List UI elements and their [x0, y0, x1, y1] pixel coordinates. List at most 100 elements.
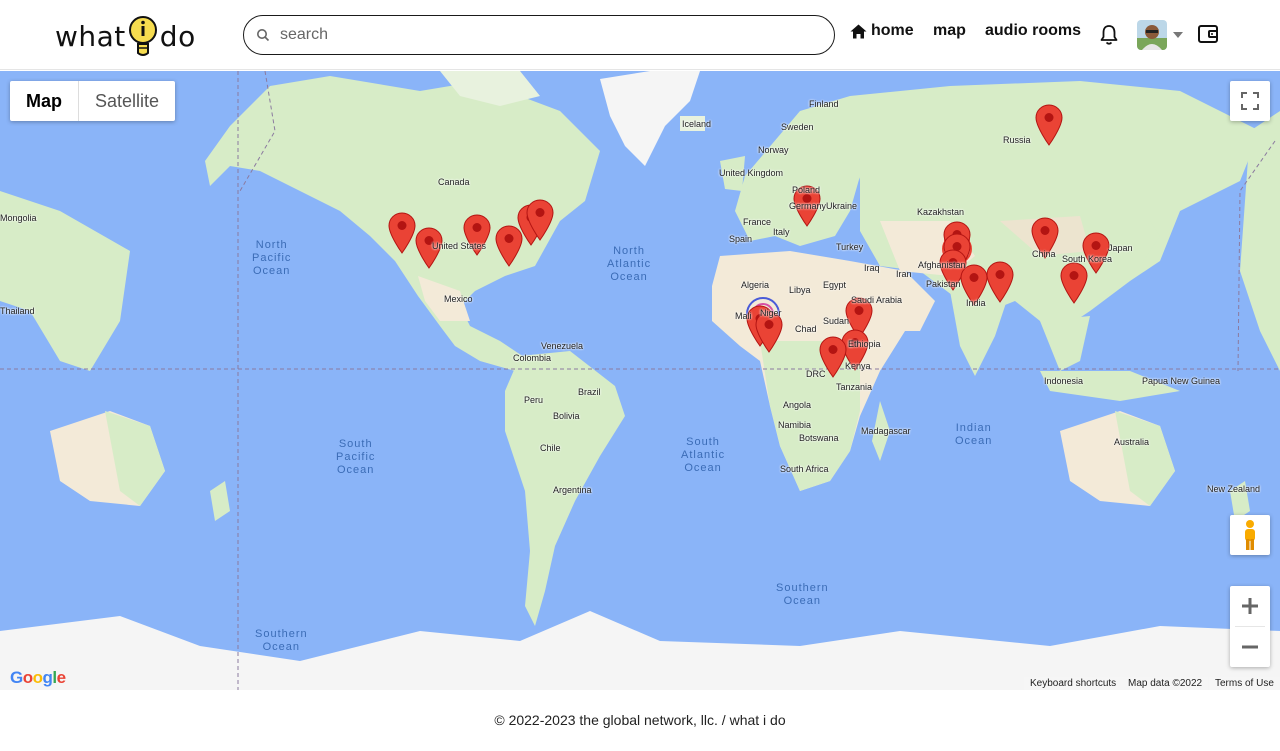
country-label: Ethiopia	[848, 339, 881, 349]
map-marker-pin[interactable]	[1035, 104, 1063, 146]
ocean-label-north-pacific: North Pacific Ocean	[252, 239, 291, 278]
country-label: New Zealand	[1207, 484, 1261, 494]
country-label: Japan	[1108, 243, 1133, 253]
country-label: India	[966, 298, 986, 308]
pegman-icon	[1245, 520, 1255, 550]
country-label: Libya	[789, 285, 811, 295]
lightbulb-icon	[128, 16, 157, 56]
map-marker-pin[interactable]	[986, 261, 1014, 303]
ocean-line: Ocean	[336, 464, 375, 476]
country-label: Mali	[735, 311, 752, 321]
world-map[interactable]: Canada United States Mexico Colombia Venezue…	[0, 71, 1280, 690]
google-logo-text: Google	[10, 668, 66, 687]
ocean-line: Atlantic	[607, 258, 652, 270]
zoom-in-button[interactable]	[1230, 586, 1270, 626]
bell-icon[interactable]	[1099, 24, 1119, 46]
map-type-map-button[interactable]: Map	[10, 81, 79, 121]
wallet-icon[interactable]	[1197, 23, 1219, 45]
map-marker-pin[interactable]	[1060, 262, 1088, 304]
ocean-line: Pacific	[336, 451, 376, 463]
country-label: Iran	[896, 269, 912, 279]
nav-map-link[interactable]: map	[933, 22, 966, 40]
ocean-line: Southern	[255, 628, 308, 640]
ocean-line: Southern	[776, 582, 829, 594]
country-label: Italy	[773, 227, 790, 237]
map-data-attribution: Map data ©2022	[1122, 677, 1209, 690]
country-label: South Africa	[780, 464, 829, 474]
house-icon	[850, 24, 867, 38]
search-bar[interactable]	[243, 15, 835, 55]
terms-of-use-link[interactable]: Terms of Use	[1209, 677, 1280, 690]
google-logo-letter: g	[42, 668, 53, 687]
page-footer: © 2022-2023 the global network, llc. / w…	[0, 690, 1280, 751]
ocean-line: South	[338, 438, 373, 450]
map-marker-pin[interactable]	[526, 199, 554, 241]
country-label: Algeria	[741, 280, 770, 290]
country-label: Sudan	[823, 316, 850, 326]
country-label: United States	[432, 241, 487, 251]
ocean-line: Ocean	[684, 462, 722, 474]
logo-text-what: what	[55, 19, 126, 53]
map-marker-pin[interactable]	[388, 212, 416, 254]
top-navbar: what do home map audio rooms	[0, 0, 1280, 70]
ocean-line: North	[613, 245, 645, 257]
country-label: Ukraine	[826, 201, 858, 211]
country-label: Iraq	[864, 263, 880, 273]
country-label: Norway	[758, 145, 789, 155]
ocean-line: Atlantic	[681, 449, 726, 461]
country-label: DRC	[806, 369, 826, 379]
country-label: Kazakhstan	[917, 207, 965, 217]
map-type-satellite-button[interactable]: Satellite	[79, 81, 175, 121]
country-label: Iceland	[682, 119, 712, 129]
google-logo[interactable]: Google	[10, 668, 66, 688]
map-tiles	[0, 71, 1280, 690]
keyboard-shortcuts-link[interactable]: Keyboard shortcuts	[1024, 677, 1123, 690]
country-label: France	[743, 217, 772, 227]
country-label: Indonesia	[1044, 376, 1084, 386]
ocean-label-south-atlantic: South Atlantic Ocean	[681, 436, 725, 475]
country-label: Kenya	[845, 361, 871, 371]
google-logo-letter: e	[56, 668, 66, 687]
what-i-do-logo[interactable]: what do	[55, 14, 196, 58]
zoom-out-button[interactable]	[1230, 627, 1270, 667]
country-label: Peru	[524, 395, 544, 405]
fullscreen-button[interactable]	[1230, 81, 1270, 121]
country-label: Namibia	[778, 420, 812, 430]
user-avatar[interactable]	[1137, 20, 1167, 50]
country-label: Venezuela	[541, 341, 584, 351]
country-label: Thailand	[0, 306, 35, 316]
country-label: Colombia	[513, 353, 552, 363]
country-label: Argentina	[553, 485, 592, 495]
country-label: South Korea	[1062, 254, 1113, 264]
country-label: Spain	[729, 234, 753, 244]
nav-audio-rooms-link[interactable]: audio rooms	[985, 22, 1081, 40]
ocean-line: North	[255, 239, 288, 251]
country-label: Chad	[795, 324, 817, 334]
ocean-label-south-pacific: South Pacific Ocean	[336, 438, 375, 477]
ocean-label-north-atlantic: North Atlantic Ocean	[607, 245, 651, 284]
country-label: Chile	[540, 443, 561, 453]
plus-icon	[1242, 598, 1258, 614]
country-label: Saudi Arabia	[851, 295, 903, 305]
country-label: Madagascar	[861, 426, 911, 436]
nav-home-link[interactable]: home	[850, 22, 914, 40]
country-label: Afghanistan	[918, 260, 966, 270]
nav-audio-rooms-label: audio rooms	[985, 22, 1082, 39]
country-label: Mexico	[444, 294, 473, 304]
country-label: Turkey	[836, 242, 864, 252]
chevron-down-icon[interactable]	[1173, 32, 1183, 38]
ocean-label-indian: Indian Ocean	[955, 422, 992, 448]
country-label: United Kingdom	[719, 168, 784, 178]
search-input[interactable]	[280, 26, 800, 44]
logo-text-do: do	[159, 19, 196, 53]
search-icon	[257, 29, 270, 42]
country-label: China	[1032, 249, 1056, 259]
country-label: Germany	[789, 201, 827, 211]
country-label: Botswana	[799, 433, 839, 443]
ocean-line: Ocean	[262, 641, 301, 653]
country-label: Angola	[783, 400, 812, 410]
street-view-pegman-button[interactable]	[1230, 515, 1270, 555]
map-type-control: Map Satellite	[10, 81, 176, 121]
avatar-image	[1137, 20, 1167, 50]
country-label: Poland	[792, 185, 821, 195]
